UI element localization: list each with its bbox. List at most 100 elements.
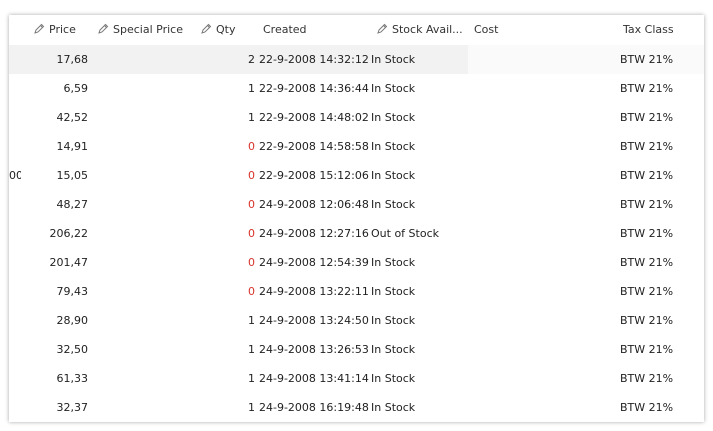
cell-price[interactable]: 201,47 [29, 248, 89, 277]
table-row[interactable]: 48,27 0 24-9-2008 12:06:48 In Stock BTW 21% [9, 190, 704, 220]
cell-stock-availability[interactable]: In Stock [371, 364, 415, 393]
cell-truncated [9, 335, 21, 364]
cell-tax-class[interactable]: BTW 21% [620, 364, 673, 393]
cell-price[interactable]: 79,43 [29, 277, 89, 306]
cell-created: 24-9-2008 13:22:11 [259, 285, 369, 298]
cell-stock-availability[interactable]: In Stock [371, 132, 415, 161]
column-header-qty[interactable]: Qty [200, 15, 235, 45]
cell-price[interactable]: 48,27 [29, 190, 89, 219]
cell-tax-class[interactable]: BTW 21% [620, 103, 673, 132]
cell-stock-availability[interactable]: In Stock [371, 74, 415, 103]
cell-tax-class[interactable]: BTW 21% [620, 132, 673, 161]
cell-created: 22-9-2008 15:12:06 [259, 169, 369, 182]
cell-qty[interactable]: 0 [209, 277, 255, 306]
pencil-icon [377, 23, 388, 34]
cell-tax-class[interactable]: BTW 21% [620, 190, 673, 219]
cell-price[interactable]: 6,59 [29, 74, 89, 103]
cell-price[interactable]: 15,05 [29, 161, 89, 190]
cell-tax-class[interactable]: BTW 21% [620, 74, 673, 103]
cell-tax-class[interactable]: BTW 21% [620, 335, 673, 364]
cell-created: 24-9-2008 16:19:48 [259, 401, 369, 414]
cell-price[interactable]: 28,90 [29, 306, 89, 335]
column-header-created-label: Created [263, 23, 307, 36]
cell-created: 24-9-2008 12:54:39 [259, 256, 369, 269]
cell-tax-class[interactable]: BTW 21% [620, 161, 673, 190]
cell-created: 22-9-2008 14:36:44 [259, 82, 369, 95]
column-header-created[interactable]: Created [263, 15, 307, 45]
cell-qty[interactable]: 0 [209, 219, 255, 248]
column-header-tax-class[interactable]: Tax Class [623, 15, 674, 45]
column-header-stock-label: Stock Avail... [392, 23, 463, 36]
cell-tax-class[interactable]: BTW 21% [620, 219, 673, 248]
cell-created: 24-9-2008 12:06:48 [259, 198, 369, 211]
table-row[interactable]: 17,68 2 22-9-2008 14:32:12 In Stock BTW 21% [9, 45, 704, 75]
cell-stock-availability[interactable]: Out of Stock [371, 219, 439, 248]
table-row[interactable]: 201,47 0 24-9-2008 12:54:39 In Stock BTW 21% [9, 248, 704, 278]
pencil-icon [98, 23, 109, 34]
cell-truncated [9, 45, 21, 74]
cell-tax-class[interactable]: BTW 21% [620, 277, 673, 306]
cell-qty[interactable]: 0 [209, 161, 255, 190]
cell-price[interactable]: 17,68 [29, 45, 89, 74]
cell-tax-class[interactable]: BTW 21% [620, 248, 673, 277]
cell-truncated [9, 277, 21, 306]
cell-qty[interactable]: 1 [209, 393, 255, 422]
cell-truncated [9, 248, 21, 277]
table-row[interactable]: 61,33 1 24-9-2008 13:41:14 In Stock BTW 21% [9, 364, 704, 394]
cell-qty[interactable]: 0 [209, 248, 255, 277]
cell-created: 22-9-2008 14:58:58 [259, 140, 369, 153]
column-header-stock-availability[interactable]: Stock Avail... [376, 15, 463, 45]
cell-stock-availability[interactable]: In Stock [371, 306, 415, 335]
cell-truncated [9, 219, 21, 248]
cell-price[interactable]: 32,50 [29, 335, 89, 364]
cell-price[interactable]: 32,37 [29, 393, 89, 422]
cell-qty[interactable]: 0 [209, 132, 255, 161]
cell-price[interactable]: 14,91 [29, 132, 89, 161]
cell-qty[interactable]: 1 [209, 364, 255, 393]
pencil-icon [34, 23, 45, 34]
cell-price[interactable]: 42,52 [29, 103, 89, 132]
cell-tax-class[interactable]: BTW 21% [620, 393, 673, 422]
cell-stock-availability[interactable]: In Stock [371, 248, 415, 277]
column-header-cost[interactable]: Cost [474, 15, 498, 45]
product-grid: Price Special Price Qty Created Stock Av… [9, 15, 704, 422]
cell-stock-availability[interactable]: In Stock [371, 45, 415, 74]
cell-truncated: 00 [9, 169, 21, 182]
column-header-tax-class-label: Tax Class [623, 23, 674, 36]
cell-truncated [9, 74, 21, 103]
table-row[interactable]: 79,43 0 24-9-2008 13:22:11 In Stock BTW 21% [9, 277, 704, 307]
cell-price[interactable]: 61,33 [29, 364, 89, 393]
table-row[interactable]: 32,37 1 24-9-2008 16:19:48 In Stock BTW 21% [9, 393, 704, 422]
cell-truncated [9, 103, 21, 132]
column-header-special-price[interactable]: Special Price [97, 15, 183, 45]
table-row[interactable]: 32,50 1 24-9-2008 13:26:53 In Stock BTW 21% [9, 335, 704, 365]
cell-qty[interactable]: 0 [209, 190, 255, 219]
table-row[interactable]: 28,90 1 24-9-2008 13:24:50 In Stock BTW 21% [9, 306, 704, 336]
cell-qty[interactable]: 2 [209, 45, 255, 74]
table-row[interactable]: 14,91 0 22-9-2008 14:58:58 In Stock BTW 21% [9, 132, 704, 162]
cell-stock-availability[interactable]: In Stock [371, 190, 415, 219]
cell-stock-availability[interactable]: In Stock [371, 161, 415, 190]
cell-truncated [9, 306, 21, 335]
table-row[interactable]: 42,52 1 22-9-2008 14:48:02 In Stock BTW 21% [9, 103, 704, 133]
cell-stock-availability[interactable]: In Stock [371, 393, 415, 422]
cell-qty[interactable]: 1 [209, 74, 255, 103]
cell-qty[interactable]: 1 [209, 335, 255, 364]
cell-tax-class[interactable]: BTW 21% [620, 45, 673, 74]
pencil-icon [201, 23, 212, 34]
cell-created: 24-9-2008 13:41:14 [259, 372, 369, 385]
cell-stock-availability[interactable]: In Stock [371, 277, 415, 306]
cell-stock-availability[interactable]: In Stock [371, 103, 415, 132]
column-header-qty-label: Qty [216, 23, 236, 36]
table-row[interactable]: 6,59 1 22-9-2008 14:36:44 In Stock BTW 21% [9, 74, 704, 104]
cell-qty[interactable]: 1 [209, 103, 255, 132]
table-row[interactable]: 00 15,05 0 22-9-2008 15:12:06 In Stock BTW 21… [9, 161, 704, 191]
cell-qty[interactable]: 1 [209, 306, 255, 335]
table-row[interactable]: 206,22 0 24-9-2008 12:27:16 Out of Stock BTW… [9, 219, 704, 249]
cell-stock-availability[interactable]: In Stock [371, 335, 415, 364]
column-header-price[interactable]: Price [33, 15, 76, 45]
cell-tax-class[interactable]: BTW 21% [620, 306, 673, 335]
cell-price[interactable]: 206,22 [29, 219, 89, 248]
column-header-cost-label: Cost [474, 23, 499, 36]
cell-truncated [9, 364, 21, 393]
